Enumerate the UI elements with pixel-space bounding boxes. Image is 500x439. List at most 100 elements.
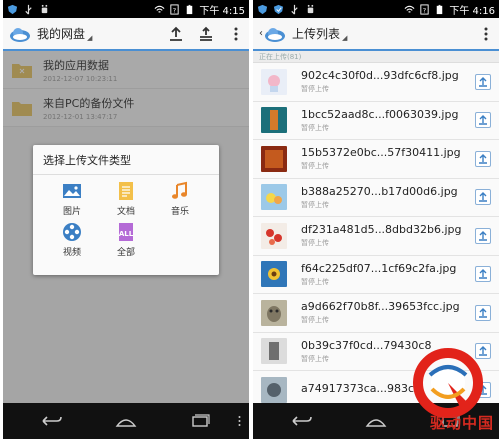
upload-status: 暂停上传: [301, 85, 329, 94]
shield-icon: [7, 4, 18, 14]
back-icon[interactable]: [291, 414, 313, 428]
file-name: b388a25270...b17d00d6.jpg: [301, 184, 458, 198]
upload-list-item[interactable]: a9d662f70b8f...39653fcc.jpg 暂停上传: [253, 294, 499, 333]
file-name: 1bcc52aad8c...f0063039.jpg: [301, 107, 459, 121]
battery-icon: [437, 4, 443, 14]
upload-button[interactable]: [475, 227, 491, 244]
battery-icon: [187, 4, 193, 14]
upload-icon[interactable]: [169, 26, 183, 42]
system-nav-bar: [3, 403, 249, 439]
upload-arrow-icon: [479, 153, 487, 164]
upload-status: 暂停上传: [301, 316, 329, 325]
image-thumbnail: [261, 145, 287, 172]
option-label: 图片: [62, 207, 81, 217]
image-thumbnail: [261, 184, 287, 211]
upload-list-item[interactable]: df231a481d5...8dbd32b6.jpg 暂停上传: [253, 217, 499, 256]
upload-arrow-icon: [479, 269, 487, 279]
home-icon[interactable]: [365, 414, 387, 428]
usb-icon: [25, 4, 32, 15]
image-thumbnail: [261, 222, 287, 249]
upload-status: 暂停上传: [301, 239, 329, 248]
nav-menu-icon[interactable]: [238, 415, 241, 427]
status-bar: ? 下午 4:15: [3, 0, 249, 18]
upload-list-item[interactable]: b388a25270...b17d00d6.jpg 暂停上传: [253, 178, 499, 217]
upload-list-item[interactable]: 1bcc52aad8c...f0063039.jpg 暂停上传: [253, 101, 499, 140]
back-arrow-icon[interactable]: ‹: [259, 28, 263, 39]
upload-button[interactable]: [475, 150, 491, 167]
image-thumbnail: [261, 376, 287, 403]
upload-button[interactable]: [475, 189, 491, 206]
svg-text:?: ?: [423, 6, 426, 14]
image-icon: [63, 184, 81, 198]
upload-arrow-icon: [479, 307, 487, 318]
option-images[interactable]: 图片: [45, 181, 99, 222]
upload-button[interactable]: [475, 304, 491, 321]
android-debug-icon: [41, 4, 48, 13]
title-dropdown-caret-icon[interactable]: ◢: [87, 34, 92, 42]
file-name: df231a481d5...8dbd32b6.jpg: [301, 223, 462, 237]
upload-status: 暂停上传: [301, 200, 329, 209]
left-phone-screen: ? 下午 4:15 我的网盘 ◢ 我的应用数据 2012-12-07 10:23…: [3, 0, 249, 439]
recent-apps-icon[interactable]: [189, 414, 211, 428]
file-name: 902c4c30f0d...93dfc6cf8.jpg: [301, 69, 459, 83]
status-time: 下午 4:16: [449, 5, 495, 17]
svg-text:?: ?: [173, 6, 176, 14]
home-icon[interactable]: [115, 414, 137, 428]
back-icon[interactable]: [41, 414, 63, 428]
sim-icon: ?: [420, 3, 429, 15]
upload-status: 暂停上传: [301, 123, 329, 132]
option-label: 音乐: [170, 207, 189, 217]
option-label: 视频: [62, 248, 81, 258]
watermark-text: 驱动中国: [429, 414, 494, 432]
upload-list-item[interactable]: 902c4c30f0d...93dfc6cf8.jpg 暂停上传: [253, 63, 499, 102]
shield-icon: [257, 4, 268, 14]
option-documents[interactable]: 文档: [99, 181, 153, 222]
section-header: 正在上传(81): [253, 51, 499, 63]
wifi-icon: [154, 5, 165, 13]
upload-list-item[interactable]: 15b5372e0bc...57f30411.jpg 暂停上传: [253, 140, 499, 179]
upload-arrow-icon: [479, 76, 487, 87]
status-bar: ? 下午 4:16: [253, 0, 499, 18]
video-icon: [63, 223, 81, 241]
option-all[interactable]: ALL 全部: [99, 222, 153, 263]
cloud-logo-icon[interactable]: [264, 25, 286, 43]
file-name: f64c225df07...1cf69c2fa.jpg: [301, 261, 457, 275]
option-label: 全部: [116, 248, 135, 258]
overflow-menu-icon[interactable]: [229, 26, 243, 42]
action-bar: ‹ 上传列表 ◢: [253, 18, 499, 51]
page-title[interactable]: 上传列表: [292, 25, 340, 42]
page-title[interactable]: 我的网盘: [37, 25, 85, 42]
option-videos[interactable]: 视频: [45, 222, 99, 263]
action-bar: 我的网盘 ◢: [3, 18, 249, 51]
android-debug-icon: [307, 4, 314, 13]
image-thumbnail: [261, 107, 287, 134]
upload-status: 暂停上传: [301, 277, 329, 286]
upload-button[interactable]: [475, 266, 491, 283]
upload-status: 暂停上传: [301, 162, 329, 171]
overflow-menu-icon[interactable]: [479, 26, 493, 42]
usb-icon: [291, 4, 298, 15]
dialog-title: 选择上传文件类型: [33, 145, 219, 175]
document-icon: [119, 182, 133, 200]
cloud-logo-icon[interactable]: [9, 25, 31, 43]
image-thumbnail: [261, 68, 287, 95]
option-music[interactable]: 音乐: [153, 181, 207, 222]
image-thumbnail: [261, 261, 287, 288]
image-thumbnail: [261, 299, 287, 326]
wifi-icon: [404, 5, 415, 13]
upload-button[interactable]: [475, 73, 491, 90]
status-time: 下午 4:15: [199, 5, 245, 17]
upload-arrow-icon: [479, 192, 487, 202]
all-files-icon: ALL: [119, 223, 134, 241]
upload-list-item[interactable]: f64c225df07...1cf69c2fa.jpg 暂停上传: [253, 255, 499, 294]
upload-arrow-icon: [479, 230, 487, 241]
upload-list-icon[interactable]: [199, 26, 213, 42]
upload-arrow-icon: [479, 115, 487, 125]
image-thumbnail: [261, 338, 287, 365]
upload-button[interactable]: [475, 112, 491, 129]
option-label: 文档: [116, 207, 135, 217]
file-name: a9d662f70b8f...39653fcc.jpg: [301, 300, 460, 314]
file-name: 15b5372e0bc...57f30411.jpg: [301, 146, 461, 160]
title-dropdown-caret-icon[interactable]: ◢: [342, 34, 347, 42]
sim-icon: ?: [170, 3, 179, 15]
